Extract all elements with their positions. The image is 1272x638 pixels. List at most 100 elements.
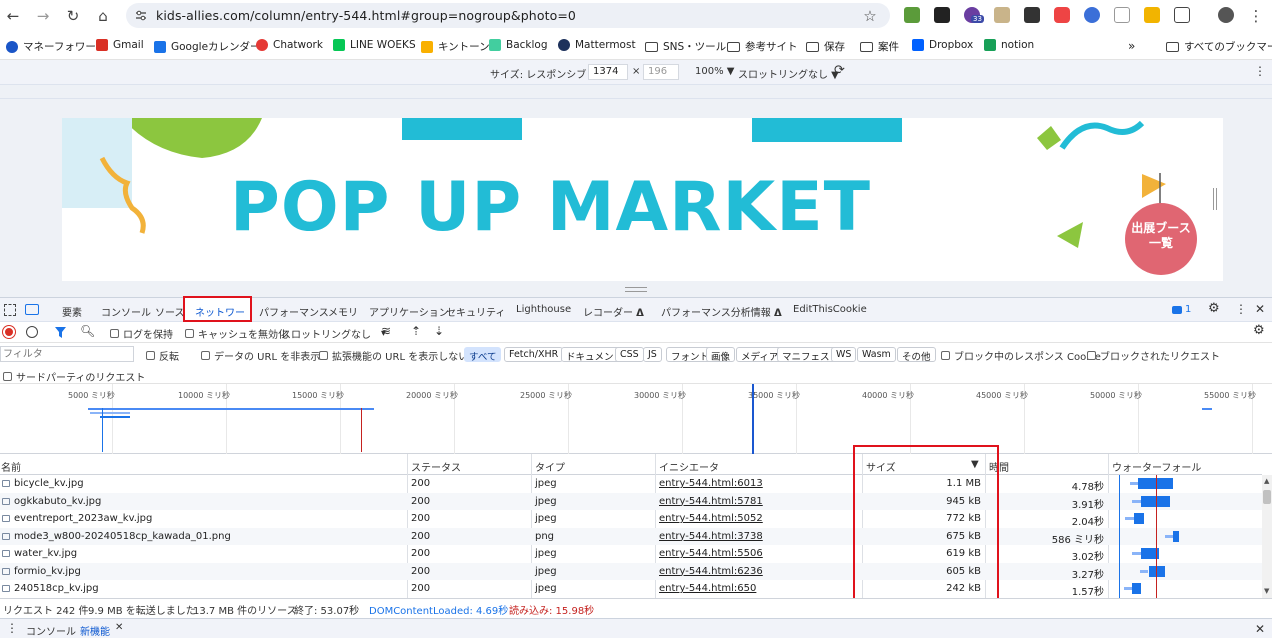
tab-performance[interactable]: パフォーマンス [259,304,329,319]
clear-icon[interactable] [26,326,38,338]
bookmark-gmail[interactable]: Gmail [96,39,144,51]
preserve-log-checkbox[interactable]: ログを保持 [110,326,173,341]
tab-elements[interactable]: 要素 [62,304,82,319]
filter-ws[interactable]: WS [831,347,857,362]
scroll-up-icon[interactable]: ▲ [1264,477,1269,485]
bookmark-google-calendar[interactable]: Googleカレンダー [154,39,261,54]
bookmark-folder-projects[interactable]: 案件 [860,39,899,54]
filter-all[interactable]: すべて [464,347,502,363]
viewport-bottom-resize-handle[interactable] [625,287,647,292]
tab-memory[interactable]: メモリ [328,304,358,319]
bookmark-folder-sns[interactable]: SNS・ツール [645,39,726,54]
export-har-icon[interactable]: ⇣ [434,324,444,338]
zoom-dropdown[interactable]: 100% ▼ [695,66,734,77]
blocked-requests-checkbox[interactable]: ブロックされたリクエスト [1087,348,1220,363]
tab-lighthouse[interactable]: Lighthouse [516,304,571,315]
invert-checkbox[interactable]: 反転 [146,348,179,363]
drawer-tab-whats-new[interactable]: 新機能 [80,623,110,638]
bookmark-folder-reference[interactable]: 参考サイト [727,39,798,54]
network-conditions-icon[interactable]: ≋ [381,324,391,338]
table-row[interactable]: eventreport_2023aw_kv.jpg 200 jpeg entry… [0,510,1262,528]
bookmark-notion[interactable]: notion [984,39,1034,51]
table-row[interactable]: 240518cp_kv.jpg 200 jpeg entry-544.html:… [0,580,1262,598]
tab-network[interactable]: ネットワーク [183,296,252,334]
forward-icon[interactable]: → [33,6,53,26]
close-drawer-icon[interactable]: ✕ [1255,622,1265,636]
request-initiator-link[interactable]: entry-544.html:6236 [659,566,763,577]
issues-icon[interactable] [1172,306,1182,314]
table-scrollbar-thumb[interactable] [1263,490,1271,504]
disable-cache-checkbox[interactable]: キャッシュを無効化 [185,326,288,341]
column-header-status[interactable]: ステータス [411,459,461,474]
qr-extension-icon[interactable] [1024,7,1040,23]
filter-other[interactable]: その他 [897,347,936,363]
import-har-icon[interactable]: ⇡ [411,324,421,338]
bookmark-folder-saved[interactable]: 保存 [806,39,845,54]
viewport-width-input[interactable]: 1374 [588,64,628,80]
record-extension-icon[interactable] [1054,7,1070,23]
search-icon[interactable]: 🔍︎ [80,324,95,338]
filter-input[interactable] [0,346,134,362]
tab-recorder[interactable]: レコーダー 𝝙 [583,304,644,319]
column-header-type[interactable]: タイプ [535,459,565,474]
device-menu-icon[interactable]: ⋮ [1254,64,1266,78]
bookmark-chatwork[interactable]: Chatwork [256,39,323,51]
network-settings-gear-icon[interactable]: ⚙ [1253,323,1265,338]
filter-funnel-icon[interactable] [55,327,66,338]
site-info-icon[interactable] [135,10,147,21]
tab-application[interactable]: アプリケーション [369,304,449,319]
browser-menu-icon[interactable]: ⋮ [1246,6,1266,26]
request-initiator-link[interactable]: entry-544.html:5506 [659,548,763,559]
device-size-dropdown[interactable]: サイズ: レスポンシブ ▼ [490,66,597,81]
checklist-extension-icon[interactable] [934,7,950,23]
request-initiator-link[interactable]: entry-544.html:650 [659,583,756,594]
table-row[interactable]: ogkkabuto_kv.jpg 200 jpeg entry-544.html… [0,492,1262,511]
throttle-dropdown[interactable]: スロットリングなし ▼ [738,66,839,81]
request-initiator-link[interactable]: entry-544.html:5052 [659,513,763,524]
settings-gear-icon[interactable]: ⚙ [1208,301,1220,316]
filter-fetch-xhr[interactable]: Fetch/XHR [504,347,564,362]
all-bookmarks-button[interactable]: すべてのブックマーク [1166,39,1272,54]
devtools-menu-icon[interactable]: ⋮ [1235,302,1247,316]
bookmark-line-works[interactable]: LINE WOEKS [333,39,416,51]
globe-extension-icon[interactable] [1084,7,1100,23]
request-initiator-link[interactable]: entry-544.html:3738 [659,531,763,542]
column-header-initiator[interactable]: イニシエータ [659,459,719,474]
column-header-name[interactable]: 名前 [1,459,21,474]
filter-image[interactable]: 画像 [706,347,736,363]
column-header-time[interactable]: 時間 [989,459,1009,474]
eyedropper-extension-icon[interactable] [1114,7,1130,23]
booth-list-button[interactable]: 出展ブース 一覧 [1125,203,1197,275]
filter-css[interactable]: CSS [615,347,644,362]
table-row[interactable]: water_kv.jpg 200 jpeg entry-544.html:550… [0,545,1262,563]
column-header-size[interactable]: サイズ [866,459,896,474]
drawer-tab-console[interactable]: コンソール [26,623,76,638]
home-icon[interactable]: ⌂ [93,6,113,26]
request-initiator-link[interactable]: entry-544.html:6013 [659,478,763,489]
network-throttling-dropdown[interactable]: スロットリングなし ▾ [281,326,386,341]
tab-console[interactable]: コンソール [101,304,151,319]
scroll-down-icon[interactable]: ▼ [1264,587,1269,595]
bookmark-moneyforward[interactable]: マネーフォワード [6,39,106,54]
filter-js[interactable]: JS [643,347,662,362]
bookmark-star-icon[interactable]: ☆ [860,6,880,26]
inspect-element-icon[interactable] [4,304,16,316]
hide-data-urls-checkbox[interactable]: データの URL を非表示 [201,348,320,363]
device-toggle-icon[interactable] [25,304,39,315]
blocked-cookies-checkbox[interactable]: ブロック中のレスポンス Cookie [941,348,1101,363]
bookmark-kintone[interactable]: キントーン [421,39,490,54]
tab-performance-insights[interactable]: パフォーマンス分析情報 𝝙 [661,304,782,319]
tab-sources[interactable]: ソース [155,304,185,319]
reload-icon[interactable]: ↻ [63,6,83,26]
drawer-menu-icon[interactable]: ⋮ [6,621,18,635]
record-icon[interactable] [3,326,15,338]
close-tab-icon[interactable]: ✕ [115,622,123,633]
address-bar[interactable]: kids-allies.com/column/entry-544.html#gr… [126,3,890,28]
table-row[interactable]: formio_kv.jpg 200 jpeg entry-544.html:62… [0,562,1262,581]
puzzle-icon[interactable] [1174,7,1190,23]
table-row[interactable]: bicycle_kv.jpg 200 jpeg entry-544.html:6… [0,475,1262,493]
profile-icon[interactable] [1218,7,1234,23]
column-header-waterfall[interactable]: ウォーターフォール [1112,459,1201,474]
hide-extension-urls-checkbox[interactable]: 拡張機能の URL を表示しない [319,348,468,363]
extension-icon[interactable] [904,7,920,23]
